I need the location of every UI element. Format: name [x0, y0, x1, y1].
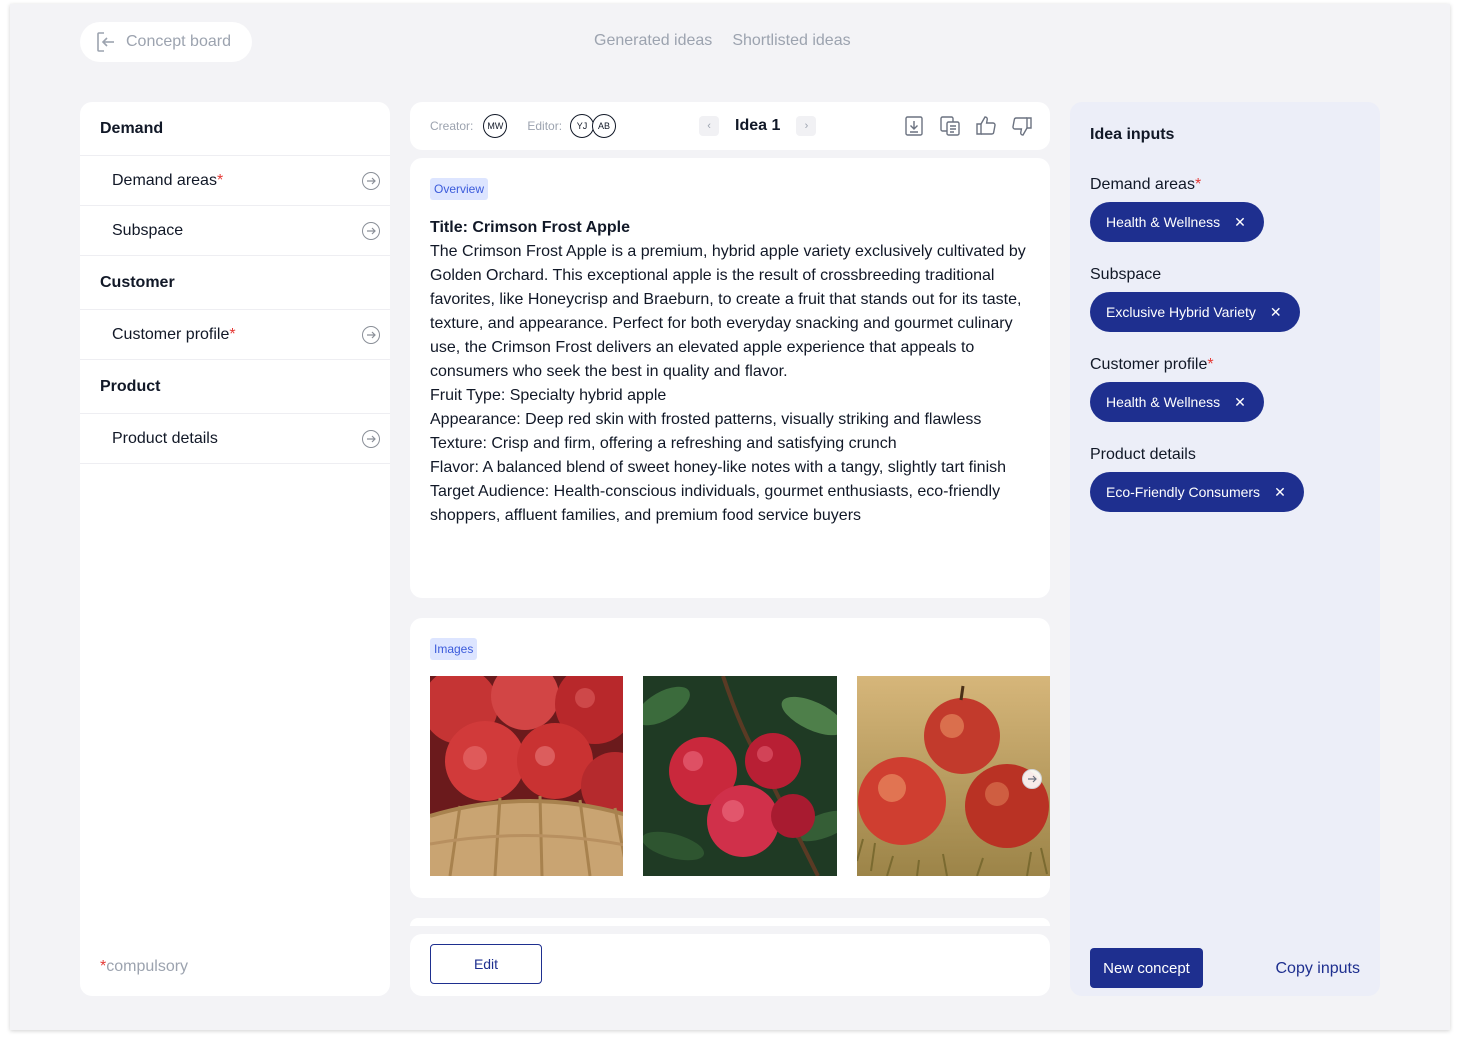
input-group-label: Subspace [1090, 266, 1162, 283]
required-marker: * [216, 171, 224, 189]
section-customer: Customer [80, 256, 390, 310]
exit-icon [94, 30, 118, 54]
collapsed-card [410, 918, 1050, 926]
sidebar-item-label: Demand areas [112, 171, 217, 189]
idea-toolbar: Creator: MW Editor: YJ AB ‹ Idea 1 › [410, 102, 1050, 150]
arrow-right-circle-icon[interactable] [362, 221, 380, 240]
input-chip: Health & Wellness ✕ [1090, 202, 1264, 242]
input-chip: Eco-Friendly Consumers ✕ [1090, 472, 1304, 512]
concept-board-back-button[interactable]: Concept board [80, 22, 252, 62]
sidebar-item-subspace[interactable]: Subspace [80, 206, 390, 256]
tab-generated-ideas[interactable]: Generated ideas [594, 32, 712, 50]
fruit-type: Fruit Type: Specialty hybrid apple [430, 387, 667, 404]
overview-paragraph: The Crimson Frost Apple is a premium, hy… [430, 243, 1026, 380]
overview-tag: Overview [430, 178, 489, 200]
creator-label: Creator: [430, 119, 474, 133]
overview-body: Title: Crimson Frost Apple The Crimson F… [430, 216, 1030, 528]
back-label: Concept board [126, 33, 231, 50]
close-icon[interactable]: ✕ [1274, 484, 1286, 501]
image-carousel [430, 676, 1050, 876]
target-audience: Target Audience: Health-conscious indivi… [430, 483, 1001, 524]
required-marker: * [1194, 176, 1202, 193]
chip-label: Health & Wellness [1106, 214, 1221, 230]
app-frame: Concept board Generated ideas Shortliste… [10, 4, 1450, 1030]
arrow-right-circle-icon[interactable] [362, 171, 380, 190]
input-group-label: Demand areas* [1090, 176, 1202, 193]
chip-label: Exclusive Hybrid Variety [1106, 304, 1256, 320]
section-demand: Demand [80, 102, 390, 156]
image-apples-basket[interactable] [430, 676, 624, 876]
arrow-right-circle-icon[interactable] [362, 429, 380, 448]
arrow-right-circle-icon[interactable] [362, 325, 380, 344]
creator-avatar[interactable]: MW [483, 114, 508, 138]
image-apples-grass[interactable] [856, 676, 1050, 876]
sidebar-item-label: Customer profile [112, 325, 230, 343]
editor-avatar[interactable]: YJ [570, 114, 595, 138]
tab-shortlisted-ideas[interactable]: Shortlisted ideas [732, 32, 850, 50]
images-card: Images [410, 618, 1050, 898]
compulsory-note: *compulsory [100, 958, 188, 976]
image-apples-branch[interactable] [643, 676, 837, 876]
chip-label: Health & Wellness [1106, 394, 1221, 410]
required-marker: * [1207, 356, 1214, 373]
close-icon[interactable]: ✕ [1270, 304, 1282, 321]
thumbs-up-icon[interactable] [974, 114, 998, 141]
sidebar-item-customer-profile[interactable]: Customer profile* [80, 310, 390, 360]
idea-concept-title: Title: Crimson Frost Apple [430, 219, 631, 236]
copy-icon[interactable] [938, 114, 962, 141]
copy-inputs-link[interactable]: Copy inputs [1276, 960, 1361, 978]
input-group-label: Customer profile* [1090, 356, 1214, 373]
edit-button[interactable]: Edit [430, 944, 542, 984]
sidebar-item-demand-areas[interactable]: Demand areas* [80, 156, 390, 206]
section-product: Product [80, 360, 390, 414]
sidebar-item-label: Subspace [112, 221, 184, 239]
next-idea-button[interactable]: › [796, 116, 817, 136]
close-icon[interactable]: ✕ [1234, 394, 1246, 411]
edit-bar: Edit [410, 934, 1050, 996]
appearance: Appearance: Deep red skin with frosted p… [430, 411, 982, 428]
required-marker: * [229, 325, 236, 343]
flavor: Flavor: A balanced blend of sweet honey-… [430, 459, 1007, 476]
idea-inputs-title: Idea inputs [1090, 126, 1175, 143]
texture: Texture: Crisp and firm, offering a refr… [430, 435, 897, 452]
top-tabs: Generated ideas Shortlisted ideas [594, 32, 851, 50]
overview-card: Overview Title: Crimson Frost Apple The … [410, 158, 1050, 598]
chip-label: Eco-Friendly Consumers [1106, 484, 1261, 500]
inputs-sidebar: Demand Demand areas* Subspace Customer C… [80, 102, 390, 996]
idea-inputs-panel: Idea inputs Demand areas* Health & Welln… [1070, 102, 1380, 996]
input-chip: Health & Wellness ✕ [1090, 382, 1264, 422]
download-icon[interactable] [902, 114, 926, 141]
editor-avatar[interactable]: AB [592, 114, 617, 138]
input-group-label: Product details [1090, 446, 1196, 463]
idea-title: Idea 1 [735, 117, 781, 134]
images-tag: Images [430, 638, 478, 660]
compulsory-label: compulsory [106, 958, 189, 975]
prev-idea-button[interactable]: ‹ [699, 116, 720, 136]
input-chip: Exclusive Hybrid Variety ✕ [1090, 292, 1300, 332]
new-concept-button[interactable]: New concept [1090, 948, 1203, 988]
thumbs-down-icon[interactable] [1010, 114, 1034, 141]
idea-actions [902, 114, 1034, 141]
carousel-next-arrow-icon[interactable] [1022, 769, 1042, 789]
sidebar-item-label: Product details [112, 429, 218, 447]
sidebar-item-product-details[interactable]: Product details [80, 414, 390, 464]
close-icon[interactable]: ✕ [1234, 214, 1246, 231]
editor-label: Editor: [527, 119, 563, 133]
